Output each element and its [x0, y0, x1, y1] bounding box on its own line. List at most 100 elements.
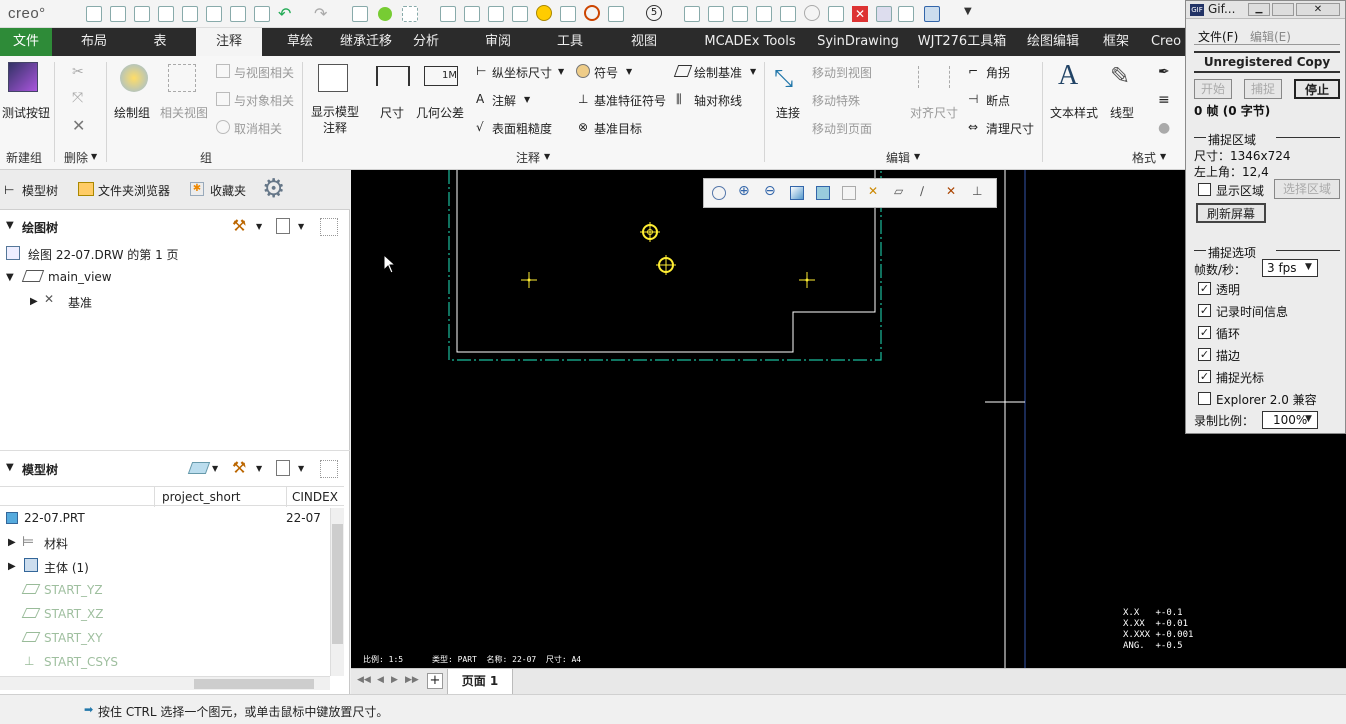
- menu-file[interactable]: 文件(F): [1198, 28, 1238, 45]
- menu-edit[interactable]: 编辑(E): [1250, 28, 1291, 45]
- regenerate-icon[interactable]: [254, 6, 270, 22]
- list-settings-icon[interactable]: [276, 218, 290, 234]
- draw-datum-button[interactable]: 绘制基准: [694, 64, 742, 81]
- plane-display-icon[interactable]: ▱: [894, 184, 903, 198]
- note-button[interactable]: 注解: [492, 92, 516, 109]
- delete-chain-icon[interactable]: ✂: [72, 64, 84, 80]
- chevron-down-icon[interactable]: ▼: [524, 95, 530, 104]
- connect-icon[interactable]: ⤡: [774, 64, 793, 92]
- hammer-icon[interactable]: ⚒: [232, 458, 246, 477]
- tab-favorites[interactable]: 收藏夹: [210, 182, 246, 199]
- model-tree-scrollbar[interactable]: [330, 508, 344, 676]
- move-to-view-button[interactable]: 移动到视图: [812, 64, 872, 81]
- minimize-icon[interactable]: ▁: [1248, 3, 1270, 16]
- ordinate-dimension-button[interactable]: 纵坐标尺寸: [492, 64, 552, 81]
- capture-cursor-checkbox[interactable]: ✓: [1198, 370, 1211, 383]
- tab-review[interactable]: 审阅: [476, 28, 520, 56]
- delete-icon[interactable]: ✕: [72, 116, 85, 135]
- format-tool-icon[interactable]: ✒: [1158, 64, 1170, 80]
- draw-group-button[interactable]: 绘制组: [114, 104, 150, 121]
- group-delete-label[interactable]: 删除: [64, 149, 88, 166]
- chevron-right-icon[interactable]: ▶: [8, 561, 16, 572]
- tab-frame[interactable]: 框架: [1094, 28, 1138, 56]
- target-icon[interactable]: [584, 5, 600, 21]
- relate-view-button[interactable]: 与视图相关: [234, 64, 294, 81]
- filter-icon[interactable]: [320, 460, 338, 478]
- repaint-icon[interactable]: [464, 6, 480, 22]
- tab-analysis[interactable]: 分析: [404, 28, 448, 56]
- edit-icon[interactable]: [512, 6, 528, 22]
- text-icon[interactable]: [352, 6, 368, 22]
- related-view-icon[interactable]: [168, 64, 196, 92]
- tab-view[interactable]: 视图: [622, 28, 666, 56]
- csys-display-icon[interactable]: ⊥: [972, 184, 982, 198]
- column-project-short[interactable]: project_short: [162, 490, 241, 504]
- dimension-button[interactable]: 尺寸: [380, 104, 404, 121]
- border-checkbox[interactable]: ✓: [1198, 348, 1211, 361]
- column-divider[interactable]: [154, 487, 155, 507]
- tools-icon[interactable]: [560, 6, 576, 22]
- chevron-down-icon[interactable]: ▼: [6, 220, 14, 231]
- display-style-icon[interactable]: [816, 186, 830, 200]
- breakpoint-button[interactable]: 断点: [986, 92, 1010, 109]
- scrollbar-thumb[interactable]: [332, 524, 343, 644]
- datum-point-marker[interactable]: [656, 255, 676, 275]
- axis-display-icon[interactable]: ∕: [920, 184, 924, 198]
- related-view-button[interactable]: 相关视图: [160, 104, 208, 121]
- group-edit-label[interactable]: 编辑: [886, 149, 910, 166]
- select-box-icon[interactable]: [402, 6, 418, 22]
- test-button[interactable]: 测试按钮: [2, 104, 50, 121]
- tab-annotate[interactable]: 注释: [196, 28, 262, 56]
- smiley-icon[interactable]: [536, 5, 552, 21]
- main-view-item[interactable]: main_view: [48, 270, 112, 284]
- format-tool-icon[interactable]: ≡: [1158, 92, 1170, 108]
- disabled-icon[interactable]: [804, 5, 820, 21]
- datum-feature-symbol-button[interactable]: 基准特征符号: [594, 92, 666, 109]
- scrollbar-thumb[interactable]: [194, 679, 314, 689]
- datum-display-icon[interactable]: ✕: [868, 184, 878, 198]
- body-item[interactable]: 主体 (1): [44, 559, 89, 576]
- prev-page-icon[interactable]: ◀: [377, 675, 384, 685]
- first-page-icon[interactable]: ◀◀: [357, 675, 371, 685]
- show-icon[interactable]: [187, 462, 211, 474]
- chevron-down-icon[interactable]: ▼: [558, 67, 564, 76]
- group-format-label[interactable]: 格式: [1132, 149, 1156, 166]
- splitter[interactable]: [0, 450, 350, 451]
- chevron-down-icon[interactable]: ▼: [626, 67, 632, 76]
- tab-model-tree[interactable]: 模型树: [22, 182, 58, 199]
- color-icon[interactable]: [378, 7, 392, 21]
- chevron-down-icon[interactable]: ▼: [6, 462, 14, 473]
- tab-drawing-edit[interactable]: 绘图编辑: [1020, 28, 1086, 56]
- chevron-down-icon[interactable]: ▼: [212, 464, 218, 473]
- open-file-icon[interactable]: [110, 6, 126, 22]
- material-item[interactable]: 材料: [44, 535, 68, 552]
- plane-xy-item[interactable]: START_XY: [44, 631, 103, 645]
- capture-button[interactable]: 捕捉: [1244, 79, 1282, 99]
- tab-layout[interactable]: 布局: [66, 28, 122, 56]
- format-tool-icon[interactable]: ●: [1158, 120, 1170, 136]
- tab-mcadex-tools[interactable]: MCADEx Tools: [698, 28, 802, 56]
- column-divider[interactable]: [286, 487, 287, 507]
- corner-button[interactable]: 角拐: [986, 64, 1010, 81]
- sheet-icon[interactable]: [756, 6, 772, 22]
- redo-icon[interactable]: ↷: [314, 4, 327, 23]
- close-icon[interactable]: ✕: [1296, 3, 1340, 16]
- part-item[interactable]: 22-07.PRT: [24, 511, 85, 525]
- geometric-tolerance-icon[interactable]: 1M: [424, 66, 458, 86]
- folder-icon[interactable]: [134, 6, 150, 22]
- time-info-checkbox[interactable]: ✓: [1198, 304, 1211, 317]
- number-icon[interactable]: 5: [646, 5, 662, 21]
- move-to-page-button[interactable]: 移动到页面: [812, 120, 872, 137]
- group-annotation-label[interactable]: 注释: [516, 149, 540, 166]
- loop-checkbox[interactable]: ✓: [1198, 326, 1211, 339]
- zoom-fit-icon[interactable]: [712, 186, 726, 200]
- line-style-icon[interactable]: ✎: [1110, 62, 1130, 90]
- close-window-icon[interactable]: ✕: [852, 6, 868, 22]
- stop-button[interactable]: 停止: [1294, 79, 1340, 99]
- chevron-down-icon[interactable]: ▼: [298, 464, 304, 473]
- refresh-screen-button[interactable]: 刷新屏幕: [1196, 203, 1266, 223]
- surface-finish-button[interactable]: 表面粗糙度: [492, 120, 552, 137]
- transform-icon[interactable]: [608, 6, 624, 22]
- start-button[interactable]: 开始: [1194, 79, 1232, 99]
- csys-item[interactable]: START_CSYS: [44, 655, 118, 669]
